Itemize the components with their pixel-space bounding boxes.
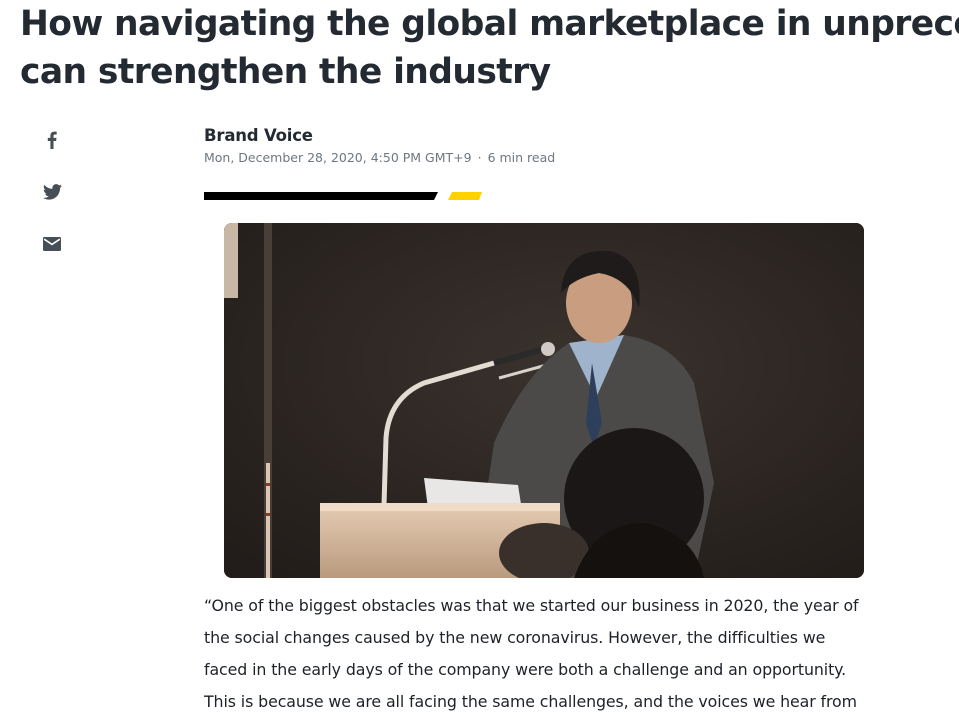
facebook-icon <box>47 131 57 149</box>
share-bar <box>38 126 66 282</box>
mail-icon <box>43 237 61 251</box>
article-page: How navigating the global marketplace in… <box>0 0 959 720</box>
body-line-2: the social changes caused by the new cor… <box>204 628 826 647</box>
body-line-3: faced in the early days of the company w… <box>204 660 847 679</box>
publish-date: Mon, December 28, 2020, 4:50 PM GMT+9 <box>204 150 472 165</box>
headline-line-1: How navigating the global marketplace in… <box>20 4 959 44</box>
article-photo <box>224 223 864 578</box>
twitter-share-button[interactable] <box>38 178 66 206</box>
speaker-at-podium-image <box>224 223 864 578</box>
facebook-share-button[interactable] <box>38 126 66 154</box>
meta-separator: · <box>477 150 482 165</box>
article-meta: Mon, December 28, 2020, 4:50 PM GMT+9 · 6 … <box>204 149 555 167</box>
headline-line-2: can strengthen the industry <box>20 52 551 92</box>
body-line-1: “One of the biggest obstacles was that w… <box>204 596 859 615</box>
email-share-button[interactable] <box>38 230 66 258</box>
byline: Brand Voice Mon, December 28, 2020, 4:50… <box>204 125 555 167</box>
body-line-4: This is because we are all facing the sa… <box>204 692 857 711</box>
author-name[interactable]: Brand Voice <box>204 125 555 147</box>
article-body-paragraph: “One of the biggest obstacles was that w… <box>204 590 904 718</box>
twitter-icon <box>42 184 62 200</box>
read-time: 6 min read <box>487 150 556 165</box>
article-headline: How navigating the global marketplace in… <box>20 0 959 96</box>
brand-divider <box>204 192 482 200</box>
